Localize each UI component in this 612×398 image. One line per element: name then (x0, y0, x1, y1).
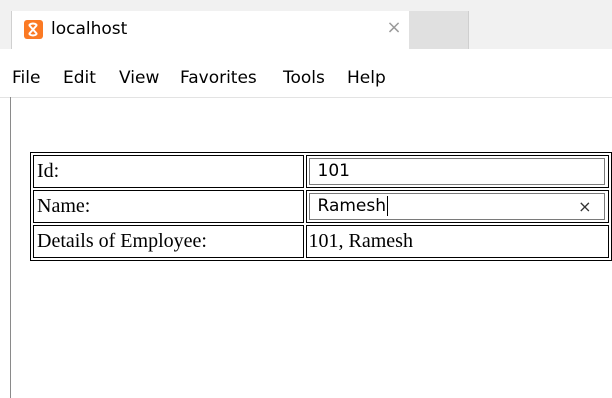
name-input-value: Ramesh (317, 196, 387, 216)
clear-input-icon[interactable]: × (578, 194, 591, 219)
browser-tab[interactable]: localhost × (11, 11, 411, 49)
id-input-value: 101 (317, 161, 350, 181)
menu-view[interactable]: View (119, 67, 159, 89)
menu-edit[interactable]: Edit (63, 67, 96, 89)
name-label: Name: (33, 190, 304, 223)
table-row-id: Id: 101 (33, 155, 609, 188)
name-input[interactable]: Ramesh × (308, 193, 605, 220)
table-row-name: Name: Ramesh × (33, 190, 609, 223)
window-left-border (10, 97, 11, 398)
text-caret (387, 196, 389, 216)
tab-close-icon[interactable]: × (385, 19, 403, 37)
id-cell: 101 (305, 155, 609, 188)
menu-favorites[interactable]: Favorites (180, 67, 257, 89)
new-tab-button[interactable] (409, 11, 469, 49)
table-row-details: Details of Employee: 101, Ramesh (33, 225, 609, 258)
details-value: 101, Ramesh (305, 225, 609, 258)
menu-file[interactable]: File (12, 67, 40, 89)
browser-titlebar: localhost × (0, 0, 612, 49)
details-label: Details of Employee: (33, 225, 304, 258)
tab-title: localhost (51, 19, 128, 39)
id-label: Id: (33, 155, 304, 188)
menu-bar: File Edit View Favorites Tools Help (0, 49, 612, 98)
xampp-logo-icon (24, 20, 43, 39)
menu-help[interactable]: Help (347, 67, 386, 89)
employee-form-table: Id: 101 Name: Ramesh × Details of Employ… (30, 152, 612, 261)
id-input[interactable]: 101 (308, 158, 605, 185)
menu-tools[interactable]: Tools (283, 67, 325, 89)
name-cell: Ramesh × (305, 190, 609, 223)
